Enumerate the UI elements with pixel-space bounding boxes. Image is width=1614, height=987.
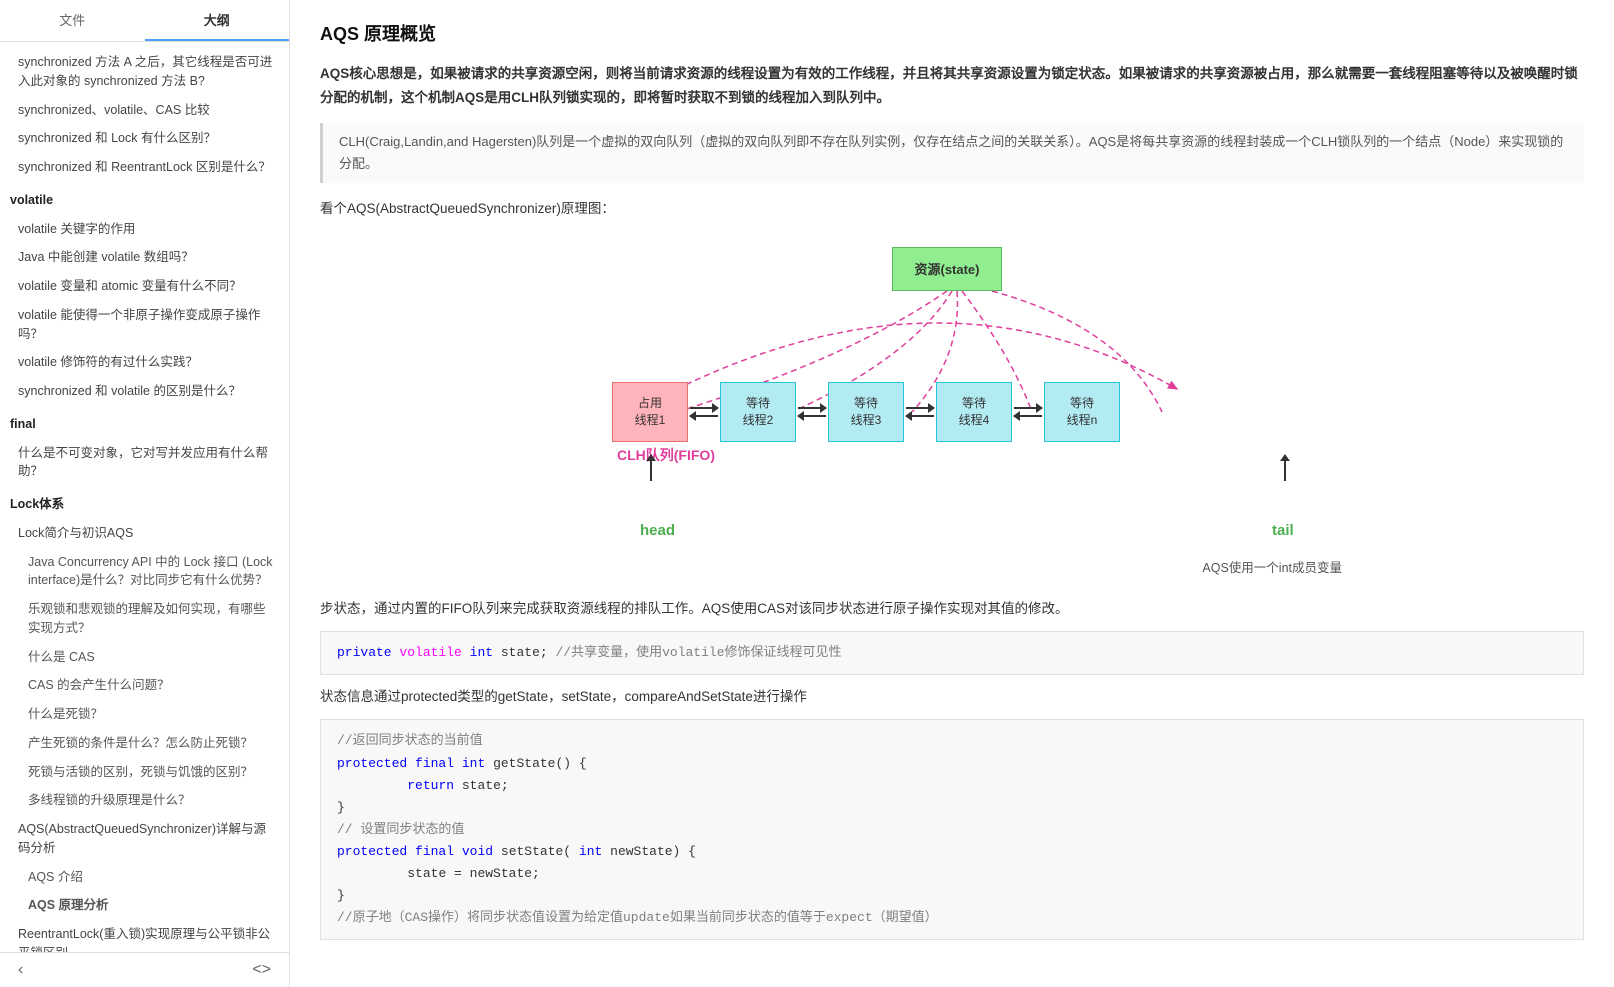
sidebar-nav-item[interactable]: AQS(AbstractQueuedSynchronizer)详解与源码分析: [0, 815, 289, 863]
sidebar-nav-item[interactable]: 乐观锁和悲观锁的理解及如何实现，有哪些实现方式？: [0, 595, 289, 643]
sidebar-bottom: ‹ <>: [0, 952, 289, 987]
sidebar-nav-item[interactable]: synchronized 和 Lock 有什么区别？: [0, 124, 289, 153]
blockquote: CLH(Craig,Landin,and Hagersten)队列是一个虚拟的双…: [320, 123, 1584, 183]
sidebar-nav-item[interactable]: synchronized 方法 A 之后，其它线程是否可进入此对象的 synch…: [0, 48, 289, 96]
code-kw-protected2: protected: [337, 844, 407, 859]
code-return-indent: [337, 778, 399, 793]
sidebar-nav-item[interactable]: synchronized、volatile、CAS 比较: [0, 96, 289, 125]
sidebar-nav-item[interactable]: Lock简介与初识AQS: [0, 519, 289, 548]
sidebar-nav-item[interactable]: 产生死锁的条件是什么？怎么防止死锁？: [0, 729, 289, 758]
sidebar-nav-item[interactable]: synchronized 和 ReentrantLock 区别是什么？: [0, 153, 289, 182]
queue-container: 占用线程1 等待线程2 等待线程3 等待线程4 等待线程n: [612, 382, 1120, 442]
left-arrow-3: [1014, 415, 1042, 417]
left-arrow-2: [906, 415, 934, 417]
code-kw-protected: protected: [337, 756, 407, 771]
nav-prev-button[interactable]: ‹: [12, 959, 29, 981]
int-member-label: AQS使用一个int成员变量: [1202, 557, 1342, 576]
code-block-1: private volatile int state; //共享变量，使用vol…: [320, 631, 1584, 675]
sidebar-nav-item[interactable]: volatile 变量和 atomic 变量有什么不同？: [0, 272, 289, 301]
code-vol: volatile: [399, 645, 461, 660]
code-fn-setstate: setState(: [501, 844, 571, 859]
queue-node-0: 占用线程1: [612, 382, 688, 442]
page-title: AQS 原理概览: [320, 20, 1584, 46]
right-arrow-2: [906, 407, 934, 409]
code-param-newstate: newState) {: [610, 844, 696, 859]
code-kw-void: void: [462, 844, 493, 859]
code-var-state: state;: [501, 645, 548, 660]
tab-file[interactable]: 文件: [0, 0, 145, 41]
code-comment-1: //共享变量，使用volatile修饰保证线程可见性: [556, 645, 842, 660]
queue-arrow-2: [904, 382, 936, 442]
sidebar-nav-item[interactable]: Java Concurrency API 中的 Lock 接口 (Lock in…: [0, 548, 289, 596]
code-close1: }: [337, 800, 345, 815]
nav-code-button[interactable]: <>: [246, 959, 277, 981]
queue-node-2: 等待线程3: [828, 382, 904, 442]
queue-arrow-3: [1012, 382, 1044, 442]
code-kw-final2: final: [415, 844, 454, 859]
sidebar-nav-item[interactable]: 多线程锁的升级原理是什么？: [0, 786, 289, 815]
code-close2: }: [337, 888, 345, 903]
queue-arrow-0: [688, 382, 720, 442]
code-block-2: //返回同步状态的当前值 protected final int getStat…: [320, 719, 1584, 940]
code-cm-1: //返回同步状态的当前值: [337, 733, 483, 748]
sidebar-nav-item[interactable]: Lock体系: [0, 490, 289, 519]
clh-label: CLH队列(FIFO): [617, 445, 715, 465]
code-indent2: [337, 866, 399, 881]
right-arrow-0: [690, 407, 718, 409]
code-kw-int: int: [470, 645, 493, 660]
sidebar-nav: synchronized 方法 A 之后，其它线程是否可进入此对象的 synch…: [0, 42, 289, 952]
sidebar-nav-item[interactable]: 什么是死锁？: [0, 700, 289, 729]
sidebar-nav-item[interactable]: volatile 修饰符的有过什么实践？: [0, 348, 289, 377]
right-arrow-1: [798, 407, 826, 409]
sidebar-nav-item[interactable]: AQS 原理分析: [0, 891, 289, 920]
code-kw-private: private: [337, 645, 392, 660]
diagram-caption: 看个AQS(AbstractQueuedSynchronizer)原理图：: [320, 197, 1584, 217]
right-arrow-3: [1014, 407, 1042, 409]
sidebar-nav-item[interactable]: CAS 的会产生什么问题？: [0, 671, 289, 700]
sidebar-nav-item[interactable]: synchronized 和 volatile 的区别是什么？: [0, 377, 289, 406]
code-kw-return: return: [407, 778, 454, 793]
aqs-diagram: 资源(state) 占用线程1 等待线程2 等待线程3 等待线程4: [562, 227, 1342, 587]
left-arrow-1: [798, 415, 826, 417]
code-cm-3: //原子地（CAS操作）将同步状态值设置为给定值update如果当前同步状态的值…: [337, 910, 938, 925]
sidebar-nav-item[interactable]: ReentrantLock(重入锁)实现原理与公平锁非公平锁区别: [0, 920, 289, 952]
queue-node-1: 等待线程2: [720, 382, 796, 442]
code-kw-final: final: [415, 756, 454, 771]
code-return-state: state;: [462, 778, 509, 793]
sidebar-nav-item[interactable]: Java 中能创建 volatile 数组吗？: [0, 243, 289, 272]
sidebar-nav-item[interactable]: final: [0, 410, 289, 439]
queue-arrow-1: [796, 382, 828, 442]
intro-text: AQS核心思想是，如果被请求的共享资源空闲，则将当前请求资源的线程设置为有效的工…: [320, 62, 1584, 111]
sidebar-nav-item[interactable]: volatile 能使得一个非原子操作变成原子操作吗？: [0, 301, 289, 349]
sidebar-nav-item[interactable]: 死锁与活锁的区别，死锁与饥饿的区别？: [0, 758, 289, 787]
code-cm-2: // 设置同步状态的值: [337, 822, 464, 837]
tail-arrow: [1284, 455, 1286, 481]
queue-node-3: 等待线程4: [936, 382, 1012, 442]
code-fn-getstate: getState() {: [493, 756, 587, 771]
head-arrow: [650, 455, 652, 481]
sidebar-nav-item[interactable]: volatile: [0, 186, 289, 215]
queue-node-4: 等待线程n: [1044, 382, 1120, 442]
tail-label: tail: [1272, 522, 1294, 539]
head-label: head: [640, 522, 675, 539]
main-content: AQS 原理概览 AQS核心思想是，如果被请求的共享资源空闲，则将当前请求资源的…: [290, 0, 1614, 987]
tab-outline[interactable]: 大纲: [145, 0, 290, 41]
sidebar-nav-item[interactable]: AQS 介绍: [0, 863, 289, 892]
code-kw-int3: int: [579, 844, 602, 859]
code-set-state: state = newState;: [407, 866, 540, 881]
state-box: 资源(state): [892, 247, 1002, 291]
sidebar-nav-item[interactable]: 什么是不可变对象，它对写并发应用有什么帮助？: [0, 439, 289, 487]
sidebar: 文件 大纲 synchronized 方法 A 之后，其它线程是否可进入此对象的…: [0, 0, 290, 987]
code-kw-int2: int: [462, 756, 485, 771]
sidebar-tabs: 文件 大纲: [0, 0, 289, 42]
left-arrow-0: [690, 415, 718, 417]
state-desc: 状态信息通过protected类型的getState，setState，comp…: [320, 685, 1584, 709]
sidebar-nav-item[interactable]: 什么是 CAS: [0, 643, 289, 672]
desc1: 步状态，通过内置的FIFO队列来完成获取资源线程的排队工作。AQS使用CAS对该…: [320, 597, 1584, 621]
sidebar-nav-item[interactable]: volatile 关键字的作用: [0, 215, 289, 244]
